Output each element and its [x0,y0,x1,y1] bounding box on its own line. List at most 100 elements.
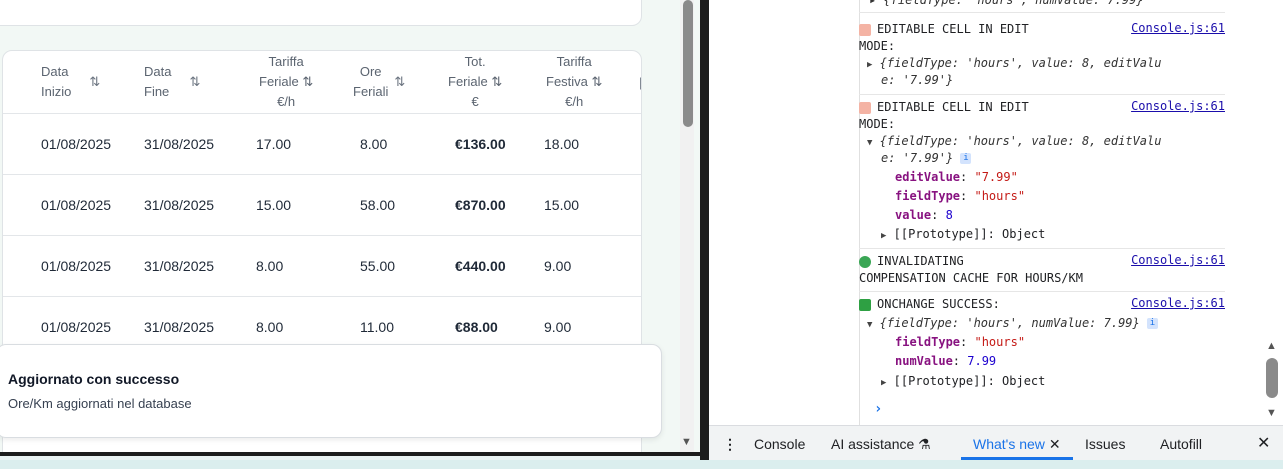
column-header-label: Tariffa Feriale ⇅ €/h [259,54,314,109]
scroll-down-arrow-icon[interactable]: ▼ [1266,407,1277,419]
expand-triangle-icon[interactable]: ▶ [867,60,872,70]
console-message: INVALIDATING Console.js:61 COMPENSATION … [859,249,1225,292]
console-message: EDITABLE CELL IN EDIT Console.js:61 MODE… [859,95,1225,249]
more-tabs-icon[interactable]: ⋮ [723,426,737,462]
tab-label: What's new [973,436,1045,452]
taskbar [0,460,1283,469]
column-header-label: Data Fine [144,64,172,99]
object-preview[interactable]: {fieldType: 'hours', value: 8, editValu [880,56,1162,70]
console-prompt[interactable]: › [874,401,882,417]
table-cell: €870.00 [455,197,506,213]
scrollbar-thumb[interactable] [683,0,693,127]
console-sidebar [709,0,860,425]
table-cell: 31/08/2025 [144,258,215,274]
message-text: INVALIDATING [877,254,964,268]
recycle-icon [859,255,871,268]
console-message: ONCHANGE SUCCESS: Console.js:61 ▼ {field… [859,292,1225,392]
prop-value: "hours" [974,189,1026,203]
object-preview-cont: e: '7.99'} [881,73,954,87]
tab-issues[interactable]: Issues [1085,426,1125,462]
source-link[interactable]: Console.js:61 [1131,99,1225,113]
console-output: ▸ {fieldType: 'hours', numValue: 7.99} E… [859,0,1283,425]
devtools-panel: ▸ {fieldType: 'hours', numValue: 7.99} E… [709,0,1283,460]
source-link[interactable]: Console.js:61 [1131,296,1225,310]
prop-key: fieldType [895,189,961,203]
memo-icon [859,101,871,114]
message-text: ONCHANGE SUCCESS: [877,297,1000,311]
console-object-preview[interactable]: ▸ {fieldType: 'hours', numValue: 7.99} [869,0,1144,9]
column-header-label: Tot. Feriale ⇅ € [448,54,503,109]
toast-description: Ore/Km aggiornati nel database [8,396,192,411]
table-cell: 15.00 [256,197,292,213]
scroll-down-arrow-icon[interactable]: ▼ [681,436,692,448]
tab-label: AI assistance [831,436,915,452]
table-cell: 17.00 [256,136,292,152]
prop-value: 7.99 [967,354,997,368]
message-text: COMPENSATION CACHE FOR HOURS/KM [859,271,1083,285]
prototype-entry[interactable]: [[Prototype]]: Object [894,227,1046,241]
column-header[interactable]: Data Inizio ⇅ [41,51,100,113]
console-message: ▸ {fieldType: 'hours', numValue: 7.99} [859,0,1225,13]
tab-autofill[interactable]: Autofill [1160,426,1202,462]
table-cell: 9.00 [544,258,572,274]
scroll-up-arrow-icon[interactable]: ▲ [1266,340,1277,352]
toast-title: Aggiornato con successo [8,371,180,387]
table-cell: 8.00 [256,258,284,274]
message-text: EDITABLE CELL IN EDIT [877,22,1029,36]
table-cell: €136.00 [455,136,506,152]
table-cell[interactable]: 58.00 [360,175,395,235]
prop-key: numValue [895,354,953,368]
pane-divider[interactable] [700,0,709,460]
column-header[interactable]: Tariffa Feriale ⇅ €/h [259,51,313,113]
close-tab-icon[interactable]: ✕ [1049,436,1061,452]
table-cell: 01/08/2025 [41,258,112,274]
table-row[interactable]: 01/08/2025 31/08/2025 8.00 55.00 €440.00 9.00 [3,235,641,296]
object-preview-cont: e: '7.99'} [881,151,954,165]
column-header[interactable]: Data Fine ⇅ [144,51,200,113]
close-drawer-icon[interactable]: ✕ [1257,426,1270,462]
prototype-entry[interactable]: [[Prototype]]: Object [894,374,1046,388]
window-border [0,452,700,456]
success-toast[interactable]: Aggiornato con successo Ore/Km aggiornat… [0,344,662,438]
sort-icon[interactable]: ⇅ [89,74,100,90]
column-header-cut: | [639,51,641,113]
table-cell: €440.00 [455,258,506,274]
table-cell[interactable]: 55.00 [360,236,395,296]
column-header[interactable]: Ore Feriali ⇅ [353,51,405,113]
table-cell: 15.00 [544,197,580,213]
info-icon[interactable]: i [1146,318,1158,329]
top-card [0,0,642,26]
table-row[interactable]: 01/08/2025 31/08/2025 15.00 58.00 €870.00 15.… [3,174,641,235]
column-header[interactable]: Tariffa Festiva ⇅ €/h [546,51,602,113]
table-cell: 31/08/2025 [144,197,215,213]
check-mark-icon [859,298,871,311]
object-preview[interactable]: {fieldType: 'hours', value: 8, editValu [880,134,1162,148]
prop-key: fieldType [895,335,961,349]
info-icon[interactable]: i [960,153,972,164]
prop-value: "hours" [974,335,1026,349]
expand-triangle-icon[interactable]: ▶ [881,231,886,241]
sort-icon[interactable]: ⇅ [189,74,200,90]
tab-console[interactable]: Console [754,426,805,462]
source-link[interactable]: Console.js:61 [1131,21,1225,35]
sort-icon[interactable]: ⇅ [394,74,405,90]
console-scrollbar-thumb[interactable] [1266,358,1278,398]
message-text: MODE: [859,117,896,131]
table-cell: 31/08/2025 [144,136,215,152]
table-cell: 01/08/2025 [41,136,112,152]
table-cell[interactable]: 8.00 [360,114,387,174]
table-cell: 01/08/2025 [41,197,112,213]
table-row[interactable]: 01/08/2025 31/08/2025 17.00 8.00 €136.00 18.0… [3,113,641,174]
prop-value: 8 [945,208,953,222]
expand-triangle-icon[interactable]: ▶ [881,378,886,388]
object-preview[interactable]: {fieldType: 'hours', numValue: 7.99} [880,316,1140,330]
flask-icon: ⚗ [918,436,931,452]
column-header[interactable]: Tot. Feriale ⇅ € [448,51,502,113]
message-text: MODE: [859,39,896,53]
collapse-triangle-icon[interactable]: ▼ [867,320,872,330]
tab-ai-assistance[interactable]: AI assistance ⚗ [831,426,931,462]
message-text: EDITABLE CELL IN EDIT [877,100,1029,114]
collapse-triangle-icon[interactable]: ▼ [867,138,872,148]
source-link[interactable]: Console.js:61 [1131,253,1225,267]
prop-value: "7.99" [974,170,1018,184]
